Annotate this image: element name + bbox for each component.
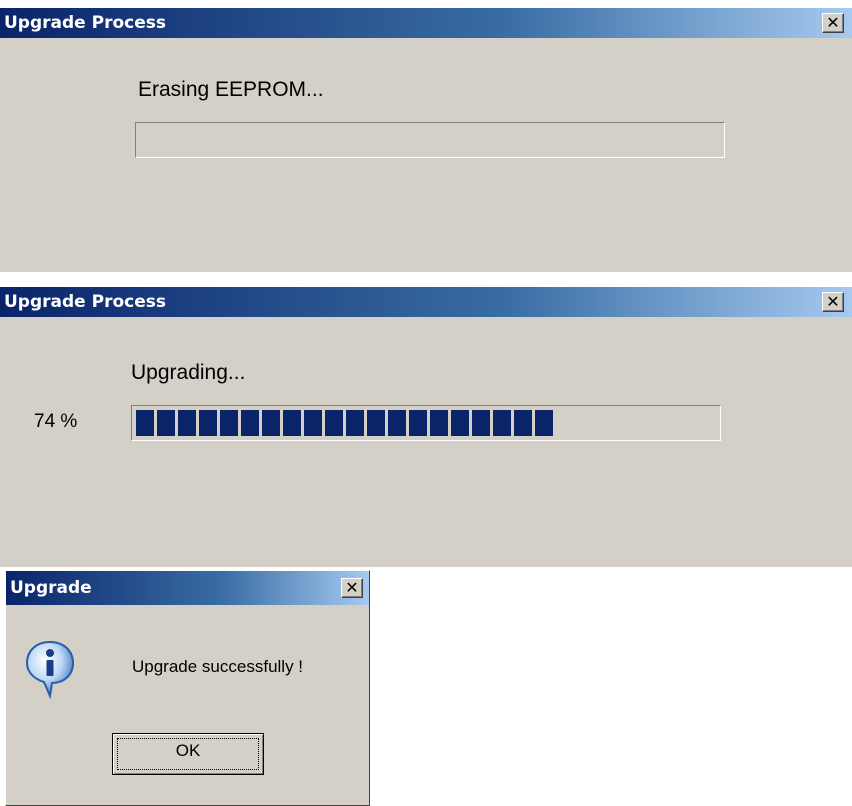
progress-segment <box>178 410 196 436</box>
progress-segment <box>409 410 427 436</box>
ok-button-label: OK <box>175 741 201 760</box>
progress-segment <box>304 410 322 436</box>
upgrade-done-close-button[interactable]: ✕ <box>341 578 363 598</box>
erase-dialog-title: Upgrade Process <box>0 8 852 38</box>
progress-segment <box>199 410 217 436</box>
erase-dialog-close-button[interactable]: ✕ <box>822 13 844 33</box>
progress-segment <box>157 410 175 436</box>
close-icon: ✕ <box>826 292 840 311</box>
upgrade-dialog: Upgrade Process ✕ Upgrading... 74 % <box>0 287 852 567</box>
progress-segment <box>262 410 280 436</box>
upgrade-progress-fill <box>136 410 553 436</box>
progress-segment <box>367 410 385 436</box>
erase-progress-bar <box>135 122 725 158</box>
progress-segment <box>430 410 448 436</box>
upgrade-done-message: Upgrade successfully ! <box>132 657 304 676</box>
upgrade-progress-bar <box>131 405 721 441</box>
erase-status-text: Erasing EEPROM... <box>138 78 324 101</box>
info-icon <box>25 640 75 699</box>
progress-segment <box>220 410 238 436</box>
progress-segment <box>514 410 532 436</box>
progress-segment <box>325 410 343 436</box>
upgrade-percent-label: 74 % <box>34 411 78 432</box>
progress-segment <box>388 410 406 436</box>
upgrade-done-dialog: Upgrade ✕ Upgrade successfully ! OK <box>5 570 370 806</box>
progress-segment <box>451 410 469 436</box>
progress-segment <box>283 410 301 436</box>
progress-segment <box>535 410 553 436</box>
ok-button[interactable]: OK <box>112 733 264 775</box>
progress-segment <box>241 410 259 436</box>
progress-segment <box>472 410 490 436</box>
upgrade-dialog-title: Upgrade Process <box>0 287 852 317</box>
progress-segment <box>136 410 154 436</box>
progress-segment <box>346 410 364 436</box>
upgrade-status-text: Upgrading... <box>131 361 246 384</box>
close-icon: ✕ <box>345 578 359 597</box>
progress-segment <box>493 410 511 436</box>
erase-dialog: Upgrade Process ✕ Erasing EEPROM... <box>0 8 852 272</box>
upgrade-done-dialog-title: Upgrade <box>6 571 369 605</box>
close-icon: ✕ <box>826 13 840 32</box>
upgrade-dialog-close-button[interactable]: ✕ <box>822 292 844 312</box>
